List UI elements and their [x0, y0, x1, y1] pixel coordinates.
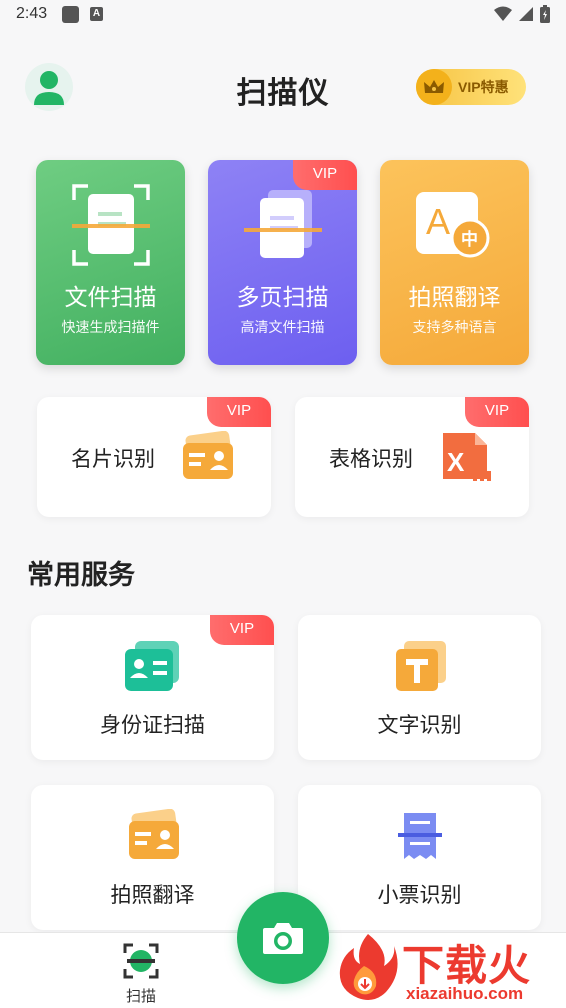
status-indicators	[494, 5, 550, 23]
service-label: 拍照翻译	[110, 884, 195, 907]
svg-text:中: 中	[461, 229, 478, 250]
card-title: 多页扫描	[236, 284, 329, 310]
business-card-icon	[183, 431, 233, 479]
photo-translate-card[interactable]: A 中 拍照翻译 支持多种语言	[380, 160, 529, 365]
svg-text:A: A	[426, 201, 450, 242]
receipt-recognition-card[interactable]: 小票识别	[298, 785, 541, 930]
nav-scan-tab[interactable]: 扫描	[110, 939, 172, 1005]
card-label: 表格识别	[329, 448, 413, 471]
card-title: 文件扫描	[64, 284, 157, 310]
notification-icon	[62, 6, 79, 23]
flame-logo-icon	[339, 934, 398, 1000]
excel-icon: X	[443, 433, 491, 481]
table-recognition-card[interactable]: VIP 表格识别 X	[295, 397, 529, 517]
card-subtitle: 快速生成扫描件	[61, 319, 160, 335]
status-bar: 2:43 A	[0, 0, 566, 30]
crown-icon	[416, 69, 452, 105]
status-time: 2:43	[16, 5, 48, 22]
camera-icon	[263, 923, 303, 954]
card-subtitle: 高清文件扫描	[240, 319, 325, 335]
card-subtitle: 支持多种语言	[412, 319, 497, 335]
text-recognition-icon	[396, 641, 446, 691]
service-label: 文字识别	[377, 714, 462, 737]
vip-badge: VIP	[210, 615, 274, 645]
vip-badge: VIP	[207, 397, 271, 427]
document-scan-icon	[72, 184, 150, 266]
service-label: 小票识别	[377, 884, 462, 907]
battery-icon	[540, 5, 550, 23]
document-scan-card[interactable]: 文件扫描 快速生成扫描件	[36, 160, 185, 365]
business-card-icon	[129, 809, 179, 859]
service-label: 身份证扫描	[100, 714, 205, 737]
receipt-icon	[398, 813, 442, 859]
text-recognition-card[interactable]: 文字识别	[298, 615, 541, 760]
vip-promo-label: VIP特惠	[458, 79, 509, 95]
header: 扫描仪 VIP特惠	[0, 60, 566, 116]
scan-icon	[123, 943, 159, 979]
svg-text:X: X	[447, 447, 465, 477]
multi-page-icon	[244, 190, 322, 258]
card-title: 拍照翻译	[408, 284, 501, 310]
watermark-url: xiazaihuo.com	[406, 984, 524, 1003]
app-notification-icon: A	[90, 7, 103, 21]
watermark: 下载火 xiazaihuo.com	[334, 932, 564, 1006]
multi-page-scan-card[interactable]: VIP 多页扫描 高清文件扫描	[208, 160, 357, 365]
vip-promo-button[interactable]: VIP特惠	[416, 69, 526, 105]
section-title: 常用服务	[27, 560, 135, 590]
card-label: 名片识别	[71, 448, 155, 471]
translate-icon: A 中	[416, 192, 490, 258]
vip-badge: VIP	[465, 397, 529, 427]
camera-button[interactable]	[237, 892, 329, 984]
id-card-icon	[125, 641, 179, 691]
photo-translate-service-card[interactable]: 拍照翻译	[31, 785, 274, 930]
signal-icon	[519, 7, 533, 21]
wifi-icon	[494, 6, 512, 21]
id-card-scan-card[interactable]: VIP 身份证扫描	[31, 615, 274, 760]
nav-scan-label: 扫描	[125, 988, 156, 1005]
business-card-recognition-card[interactable]: VIP 名片识别	[37, 397, 271, 517]
